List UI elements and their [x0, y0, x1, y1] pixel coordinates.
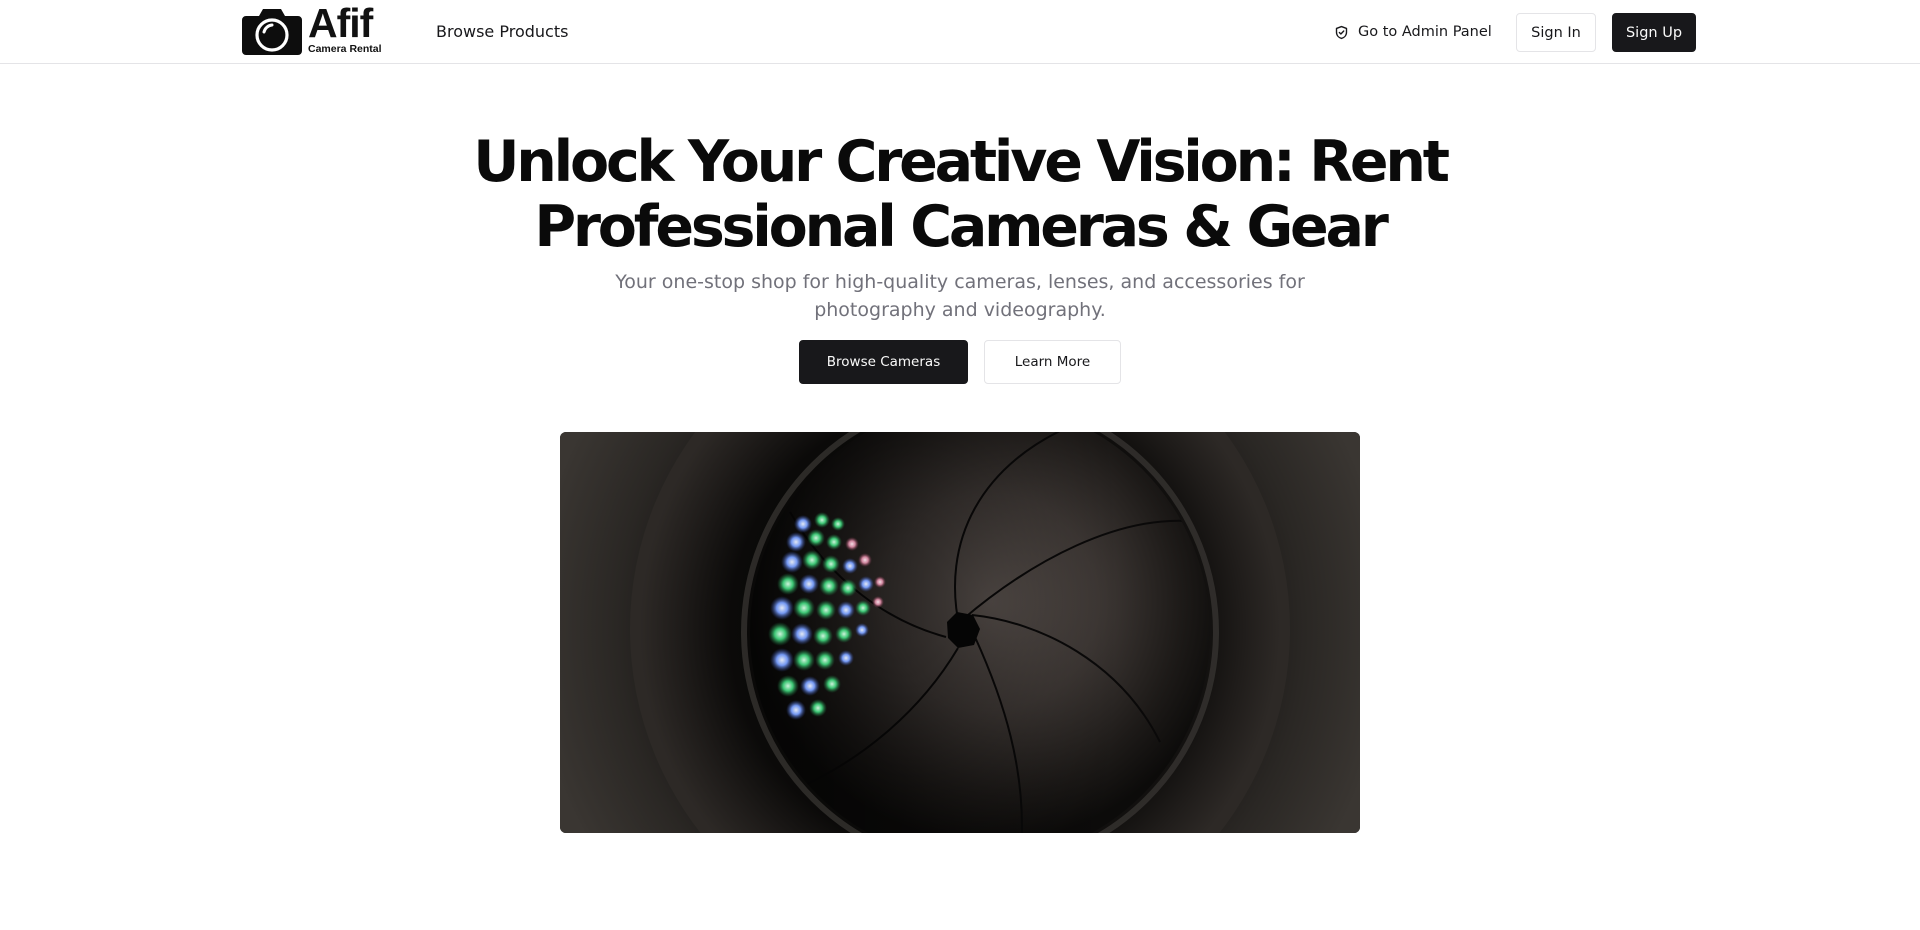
admin-panel-link[interactable]: Go to Admin Panel [1334, 20, 1492, 44]
lens-aperture-illustration [560, 432, 1360, 833]
admin-panel-label: Go to Admin Panel [1358, 24, 1492, 40]
brand-tagline: Camera Rental [308, 43, 382, 55]
learn-more-button[interactable]: Learn More [984, 340, 1121, 384]
sign-in-button[interactable]: Sign In [1516, 13, 1596, 52]
browse-cameras-button[interactable]: Browse Cameras [799, 340, 968, 384]
hero-image-lens-aperture [560, 432, 1360, 833]
hero-title: Unlock Your Creative Vision: Rent Profes… [473, 129, 1450, 260]
camera-icon [242, 9, 302, 55]
site-header: Afif Camera Rental Browse Products Go to… [0, 0, 1920, 64]
sign-up-button[interactable]: Sign Up [1612, 13, 1696, 52]
brand-wordmark: Afif Camera Rental [308, 0, 388, 55]
hero-subtitle: Your one-stop shop for high-quality came… [615, 271, 1305, 321]
nav-browse-products[interactable]: Browse Products [436, 20, 568, 44]
brand-name: Afif [308, 0, 373, 46]
brand-logo[interactable]: Afif Camera Rental [242, 0, 388, 55]
shield-icon [1335, 25, 1348, 39]
